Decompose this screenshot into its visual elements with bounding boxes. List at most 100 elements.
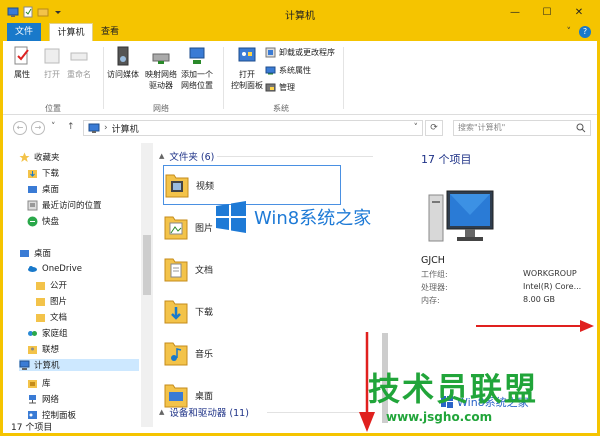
control-panel-icon bbox=[28, 410, 37, 419]
computer-name: GJCH bbox=[421, 255, 445, 266]
nav-item-documents[interactable]: 文档 bbox=[35, 311, 67, 323]
forward-button[interactable]: → bbox=[31, 121, 45, 135]
ribbon-tabs: 文件 计算机 查看 ˅ ? bbox=[3, 23, 597, 41]
map-drive-button[interactable]: 映射网络 驱动器 bbox=[145, 45, 177, 91]
recent-locations-button[interactable]: ˅ bbox=[51, 122, 56, 132]
address-dropdown-icon[interactable]: ˅ bbox=[414, 123, 419, 133]
nav-item-label: 收藏夹 bbox=[34, 153, 60, 163]
nav-item-desktop[interactable]: 桌面 bbox=[27, 183, 59, 195]
nav-item-lenovo[interactable]: 联想 bbox=[27, 343, 59, 355]
open-button[interactable]: 打开 bbox=[41, 45, 63, 80]
folders-group-header[interactable]: ▲ 文件夹 (6) bbox=[159, 149, 214, 163]
uninstall-button[interactable]: 卸载或更改程序 bbox=[265, 47, 335, 58]
nav-item-downloads[interactable]: 下载 bbox=[27, 167, 59, 179]
computer-icon bbox=[19, 360, 30, 370]
open-label: 打开 bbox=[44, 70, 60, 79]
media-icon bbox=[117, 46, 129, 66]
refresh-button[interactable]: ⟳ bbox=[425, 120, 443, 136]
library-icon bbox=[28, 379, 37, 388]
nav-item-public[interactable]: 公开 bbox=[35, 279, 67, 291]
minimize-button[interactable]: — bbox=[499, 3, 531, 21]
devices-header-label: 设备和驱动器 (11) bbox=[169, 408, 249, 419]
control-panel-icon bbox=[238, 47, 256, 62]
computer-icon bbox=[88, 123, 100, 133]
desktop-icon bbox=[28, 185, 37, 193]
access-media-button[interactable]: 访问媒体 bbox=[107, 45, 139, 80]
rename-icon bbox=[70, 52, 88, 61]
group-label-network: 网络 bbox=[153, 104, 169, 113]
collapse-icon[interactable]: ▲ bbox=[159, 152, 164, 160]
folder-documents[interactable]: 文档 bbox=[163, 249, 341, 289]
folder-label: 视频 bbox=[196, 181, 215, 192]
red-arrow-down-icon bbox=[359, 332, 375, 432]
item-count-heading: 17 个项目 bbox=[421, 153, 472, 166]
music-folder-icon bbox=[164, 342, 188, 366]
control-panel-label: 打开 控制面板 bbox=[231, 70, 263, 90]
collapse-icon[interactable]: ▲ bbox=[159, 408, 164, 416]
navigation-pane: 收藏夹 下载 桌面 最近访问的位置 快盘 桌面 OneDrive 公开 图片 文… bbox=[3, 143, 141, 427]
nav-item-label: 快盘 bbox=[42, 217, 60, 227]
network-icon bbox=[29, 394, 36, 403]
nav-item-computer[interactable]: 计算机 bbox=[19, 359, 139, 371]
ribbon-expand-icon[interactable]: ˅ bbox=[567, 27, 572, 37]
map-drive-icon bbox=[152, 53, 170, 64]
search-input[interactable]: 搜索"计算机" bbox=[453, 120, 591, 136]
system-properties-button[interactable]: 系统属性 bbox=[265, 65, 311, 76]
tab-computer[interactable]: 计算机 bbox=[49, 23, 93, 41]
nav-item-library[interactable]: 库 bbox=[27, 377, 51, 389]
title-bar: 计算机 — ☐ ✕ bbox=[3, 3, 597, 23]
nav-item-label: 最近访问的位置 bbox=[42, 201, 102, 211]
pictures-folder-icon bbox=[164, 216, 188, 240]
tab-file[interactable]: 文件 bbox=[7, 23, 41, 41]
nav-item-onedrive[interactable]: OneDrive bbox=[27, 263, 82, 274]
access-media-label: 访问媒体 bbox=[107, 70, 139, 79]
system-properties-icon bbox=[265, 66, 276, 75]
nav-item-label: 控制面板 bbox=[42, 411, 77, 421]
manage-label: 管理 bbox=[279, 83, 295, 92]
nav-item-kuaipan[interactable]: 快盘 bbox=[27, 215, 59, 227]
folder-downloads[interactable]: 下载 bbox=[163, 291, 341, 331]
open-control-panel-button[interactable]: 打开 控制面板 bbox=[231, 45, 263, 91]
folder-label: 文档 bbox=[195, 265, 214, 276]
rename-button[interactable]: 重命名 bbox=[67, 45, 91, 80]
nav-item-pictures[interactable]: 图片 bbox=[35, 295, 67, 307]
nav-item-recent[interactable]: 最近访问的位置 bbox=[27, 199, 102, 211]
detail-key: 处理器: bbox=[421, 283, 448, 292]
nav-item-desktop-root[interactable]: 桌面 bbox=[19, 247, 51, 259]
tab-view[interactable]: 查看 bbox=[95, 23, 125, 41]
ribbon-separator bbox=[103, 47, 104, 109]
maximize-button[interactable]: ☐ bbox=[531, 3, 563, 21]
add-network-location-button[interactable]: 添加一个 网络位置 bbox=[181, 45, 213, 91]
detail-key: 工作组: bbox=[421, 270, 448, 279]
watermark-win8-banner: Win8系统之家 bbox=[214, 196, 388, 238]
desktop-icon bbox=[20, 249, 29, 257]
rename-label: 重命名 bbox=[67, 70, 91, 79]
nav-item-control-panel[interactable]: 控制面板 bbox=[27, 409, 76, 421]
up-button[interactable]: ↑ bbox=[67, 122, 75, 132]
help-icon[interactable]: ? bbox=[579, 26, 591, 38]
scrollbar-thumb[interactable] bbox=[143, 235, 151, 295]
breadcrumb-separator-icon[interactable]: › bbox=[104, 123, 108, 133]
back-button[interactable]: ← bbox=[13, 121, 27, 135]
nav-pane-scrollbar[interactable] bbox=[141, 143, 153, 427]
system-properties-label: 系统属性 bbox=[279, 66, 311, 75]
nav-item-label: 家庭组 bbox=[42, 329, 68, 339]
red-arrow-right-icon bbox=[476, 320, 594, 332]
manage-icon bbox=[265, 83, 276, 92]
search-icon bbox=[576, 123, 586, 133]
close-button[interactable]: ✕ bbox=[563, 3, 595, 21]
manage-button[interactable]: 管理 bbox=[265, 82, 295, 93]
nav-item-label: 图片 bbox=[50, 297, 68, 307]
address-bar[interactable]: › 计算机 ˅ bbox=[83, 120, 423, 136]
nav-item-homegroup[interactable]: 家庭组 bbox=[27, 327, 68, 339]
nav-item-favorites[interactable]: 收藏夹 bbox=[19, 151, 60, 163]
folder-music[interactable]: 音乐 bbox=[163, 333, 341, 373]
download-folder-icon bbox=[28, 169, 37, 178]
folder-icon bbox=[36, 281, 45, 290]
detail-key: 内存: bbox=[421, 296, 440, 305]
properties-button[interactable]: 属性 bbox=[11, 45, 33, 80]
nav-item-network[interactable]: 网络 bbox=[27, 393, 59, 405]
detail-value: 8.00 GB bbox=[523, 295, 556, 304]
devices-group-header[interactable]: ▲ 设备和驱动器 (11) bbox=[159, 405, 249, 419]
breadcrumb[interactable]: 计算机 bbox=[112, 122, 139, 135]
